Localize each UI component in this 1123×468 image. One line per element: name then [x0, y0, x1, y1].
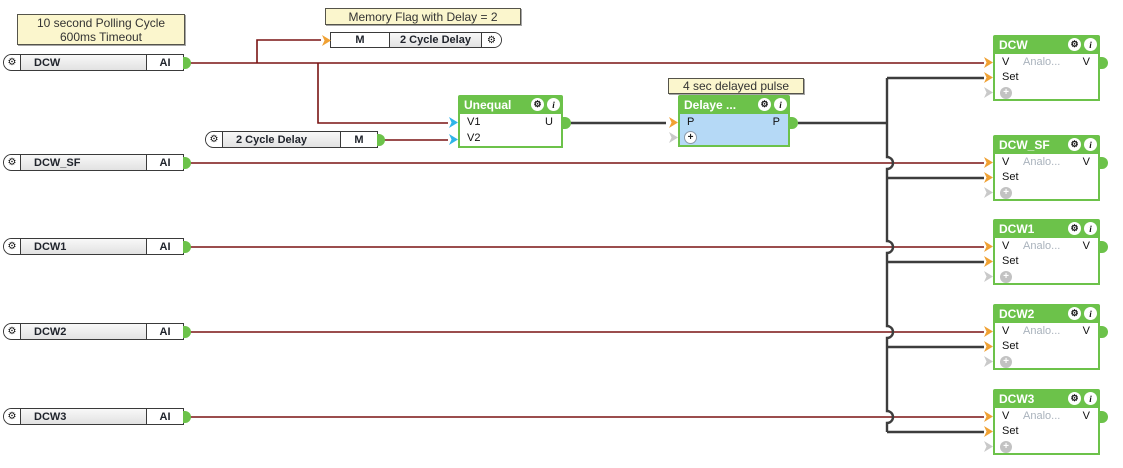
v-output-label: V	[1082, 156, 1090, 168]
input-block-dcw3[interactable]: ⚙ DCW3 AI	[3, 408, 191, 425]
analog-type-label: Analo...	[1023, 56, 1061, 68]
gear-icon[interactable]: ⚙	[531, 98, 544, 111]
unequal-block[interactable]: Unequal ⚙ i V1 V2 U	[449, 95, 571, 148]
info-icon[interactable]: i	[1084, 392, 1097, 405]
gear-icon[interactable]: ⚙	[206, 132, 223, 147]
block-title: Unequal	[464, 97, 512, 112]
v-input-label: V	[1002, 325, 1010, 337]
block-title: DCW	[999, 37, 1028, 52]
input-label: DCW1	[21, 239, 146, 254]
port-label: M	[331, 33, 390, 47]
output-block-dcw1[interactable]: DCW1 ⚙ i V Analo... V Set +	[984, 219, 1108, 285]
gear-icon[interactable]: ⚙	[1068, 392, 1081, 405]
info-icon[interactable]: i	[547, 98, 560, 111]
info-icon[interactable]: i	[774, 98, 787, 111]
memory-read-block[interactable]: ⚙ 2 Cycle Delay M	[205, 131, 385, 148]
v-input-label: V	[1002, 410, 1010, 422]
output-block-dcw2[interactable]: DCW2 ⚙ i V Analo... V Set +	[984, 304, 1108, 370]
v-input-label: V	[1002, 240, 1010, 252]
input-block-dcw-sf[interactable]: ⚙ DCW_SF AI	[3, 154, 191, 171]
note-memory-flag[interactable]: Memory Flag with Delay = 2	[325, 8, 521, 25]
set-input-label: Set	[1002, 255, 1019, 267]
v-input-label: V	[1002, 156, 1010, 168]
gear-icon[interactable]: ⚙	[4, 55, 21, 70]
port-label: M	[340, 132, 377, 147]
output-block-dcw[interactable]: DCW ⚙ i V Analo... V Set +	[984, 35, 1108, 101]
gear-icon[interactable]: ⚙	[4, 324, 21, 339]
add-input-button[interactable]: +	[1000, 187, 1012, 199]
canvas: 10 second Polling Cycle 600ms Timeout Me…	[0, 0, 1123, 468]
input-p-label: P	[687, 116, 695, 128]
input-label: DCW	[21, 55, 146, 70]
note-line: Memory Flag with Delay = 2	[348, 10, 498, 24]
input-v1-label: V1	[467, 116, 481, 128]
add-input-button[interactable]: +	[1000, 87, 1012, 99]
gear-icon[interactable]: ⚙	[758, 98, 771, 111]
note-line: 4 sec delayed pulse	[682, 79, 790, 93]
input-v2-label: V2	[467, 132, 481, 144]
block-title: DCW3	[999, 391, 1035, 406]
analog-type-label: Analo...	[1023, 325, 1061, 337]
set-input-label: Set	[1002, 340, 1019, 352]
gear-icon[interactable]: ⚙	[4, 409, 21, 424]
v-input-label: V	[1002, 56, 1010, 68]
analog-type-label: Analo...	[1023, 156, 1061, 168]
port-label: AI	[146, 239, 183, 254]
block-title: DCW_SF	[999, 137, 1050, 152]
gear-icon[interactable]: ⚙	[4, 239, 21, 254]
memory-write-block[interactable]: M 2 Cycle Delay ⚙	[322, 32, 502, 48]
add-input-button[interactable]: +	[1000, 441, 1012, 453]
set-input-label: Set	[1002, 71, 1019, 83]
block-title: Delaye ...	[684, 97, 737, 112]
info-icon[interactable]: i	[1084, 138, 1097, 151]
input-block-dcw2[interactable]: ⚙ DCW2 AI	[3, 323, 191, 340]
port-label: AI	[146, 55, 183, 70]
block-title: DCW1	[999, 221, 1035, 236]
gear-icon[interactable]: ⚙	[4, 155, 21, 170]
wire-dcw-to-v1[interactable]	[317, 63, 448, 124]
v-output-label: V	[1082, 410, 1090, 422]
port-label: AI	[146, 324, 183, 339]
analog-type-label: Analo...	[1023, 240, 1061, 252]
gear-icon[interactable]: ⚙	[481, 33, 501, 47]
v-output-label: V	[1082, 325, 1090, 337]
delay-block[interactable]: Delaye ... ⚙ i P P +	[669, 95, 798, 147]
set-input-label: Set	[1002, 425, 1019, 437]
wire-dcw-to-memory[interactable]	[256, 39, 321, 63]
port-label: AI	[146, 155, 183, 170]
input-label: DCW3	[21, 409, 146, 424]
set-input-label: Set	[1002, 171, 1019, 183]
input-block-dcw1[interactable]: ⚙ DCW1 AI	[3, 238, 191, 255]
input-label: DCW2	[21, 324, 146, 339]
v-output-label: V	[1082, 240, 1090, 252]
output-u-label: U	[545, 116, 553, 128]
input-label: DCW_SF	[21, 155, 146, 170]
add-input-button[interactable]: +	[1000, 356, 1012, 368]
gear-icon[interactable]: ⚙	[1068, 38, 1081, 51]
memory-label: 2 Cycle Delay	[390, 33, 481, 47]
input-block-dcw[interactable]: ⚙ DCW AI	[3, 54, 191, 71]
analog-type-label: Analo...	[1023, 410, 1061, 422]
note-line: 10 second Polling Cycle	[36, 16, 166, 30]
note-delayed-pulse[interactable]: 4 sec delayed pulse	[668, 78, 804, 94]
info-icon[interactable]: i	[1084, 222, 1097, 235]
memory-label: 2 Cycle Delay	[223, 132, 340, 147]
port-label: AI	[146, 409, 183, 424]
info-icon[interactable]: i	[1084, 307, 1097, 320]
note-polling-cycle[interactable]: 10 second Polling Cycle 600ms Timeout	[17, 14, 185, 45]
add-input-button[interactable]: +	[1000, 271, 1012, 283]
add-input-button[interactable]: +	[684, 131, 697, 144]
block-title: DCW2	[999, 306, 1035, 321]
info-icon[interactable]: i	[1084, 38, 1097, 51]
gear-icon[interactable]: ⚙	[1068, 307, 1081, 320]
gear-icon[interactable]: ⚙	[1068, 222, 1081, 235]
wire-pulse-trunk[interactable]	[885, 78, 895, 432]
note-line: 600ms Timeout	[59, 30, 143, 44]
v-output-label: V	[1082, 56, 1090, 68]
output-p-label: P	[772, 116, 780, 128]
output-block-dcw-sf[interactable]: DCW_SF ⚙ i V Analo... V Set +	[984, 135, 1108, 201]
output-block-dcw3[interactable]: DCW3 ⚙ i V Analo... V Set +	[984, 389, 1108, 455]
gear-icon[interactable]: ⚙	[1068, 138, 1081, 151]
